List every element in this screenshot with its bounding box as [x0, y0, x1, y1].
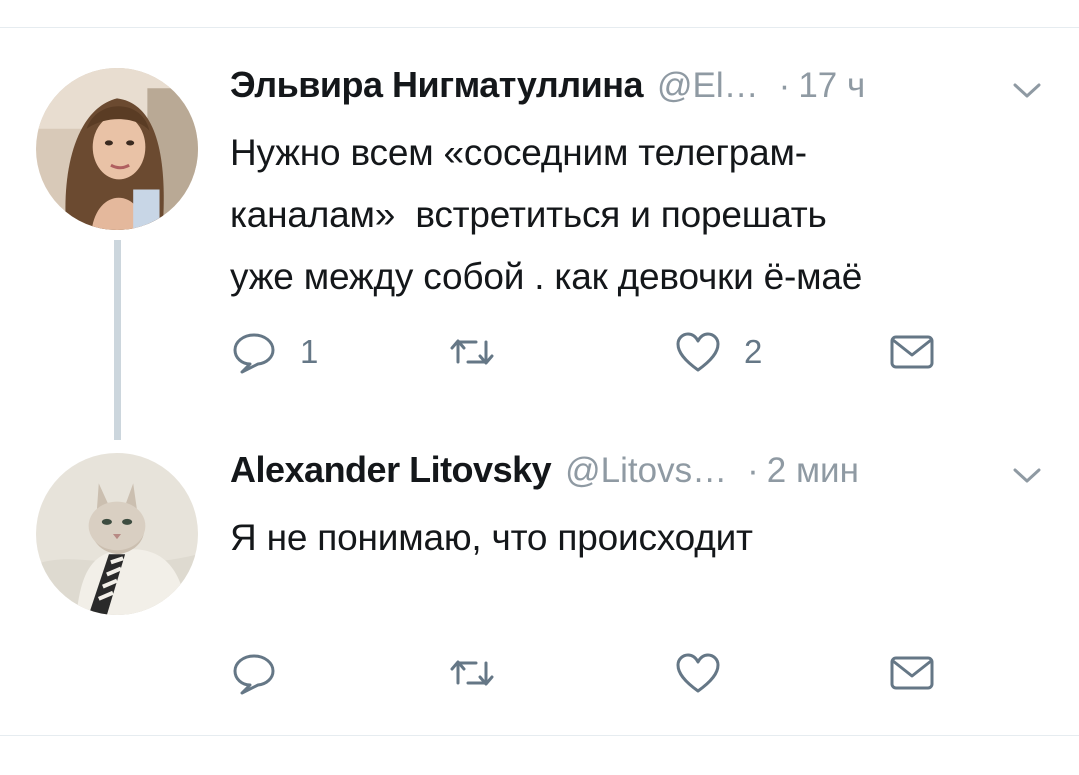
avatar-cat-photo-icon [36, 453, 198, 615]
chevron-down-icon[interactable] [1010, 76, 1044, 104]
tweet-text-line: Я не понимаю, что происходит [230, 517, 753, 558]
tweet-text-line: каналам» встретиться и порешать [230, 194, 827, 235]
like-count: 2 [744, 333, 763, 370]
author-handle[interactable]: @El… [657, 66, 759, 105]
tweet-time[interactable]: 2 мин [767, 451, 859, 490]
tweet-text-line: уже между собой . как девочки ё-маё [230, 256, 863, 297]
heart-icon [676, 332, 720, 372]
tweet-time[interactable]: 17 ч [798, 66, 865, 105]
tweet-text-line: Нужно всем «соседним телеграм- [230, 132, 807, 173]
author-name[interactable]: Alexander Litovsky [230, 449, 552, 490]
heart-icon [676, 653, 720, 693]
avatar[interactable] [36, 68, 198, 230]
envelope-icon [890, 335, 934, 369]
reply-count: 1 [300, 333, 319, 370]
separator-dot: · [778, 66, 791, 105]
chevron-down-icon[interactable] [1010, 461, 1044, 489]
avatar-woman-photo-icon [36, 68, 198, 230]
thread-connector-line [114, 240, 121, 440]
avatar[interactable] [36, 453, 198, 615]
reply-button[interactable] [230, 643, 300, 703]
direct-message-button[interactable] [888, 322, 936, 382]
tweet-header: Эльвира Нигматуллина @El… · 17 ч [230, 64, 1050, 110]
tweet-actions [230, 643, 970, 703]
reply-icon [233, 654, 275, 695]
like-button[interactable]: 2 [674, 322, 762, 382]
reply-icon [233, 333, 275, 374]
top-divider [0, 27, 1079, 28]
tweet-header: Alexander Litovsky @Litovs… · 2 мин [230, 449, 1050, 495]
tweet-text: Я не понимаю, что происходит [230, 507, 1030, 569]
bottom-divider [0, 735, 1079, 736]
direct-message-button[interactable] [888, 643, 936, 703]
separator-dot: · [747, 451, 759, 490]
tweet-text: Нужно всем «соседним телеграм- каналам» … [230, 122, 1030, 308]
author-name[interactable]: Эльвира Нигматуллина [230, 64, 644, 105]
retweet-button[interactable] [448, 322, 518, 382]
retweet-icon [450, 660, 494, 686]
like-button[interactable] [674, 643, 744, 703]
retweet-icon [450, 339, 494, 365]
retweet-button[interactable] [448, 643, 518, 703]
author-handle[interactable]: @Litovs… [565, 451, 727, 490]
reply-button[interactable]: 1 [230, 322, 318, 382]
envelope-icon [890, 656, 934, 690]
tweet-actions: 1 2 [230, 322, 970, 382]
